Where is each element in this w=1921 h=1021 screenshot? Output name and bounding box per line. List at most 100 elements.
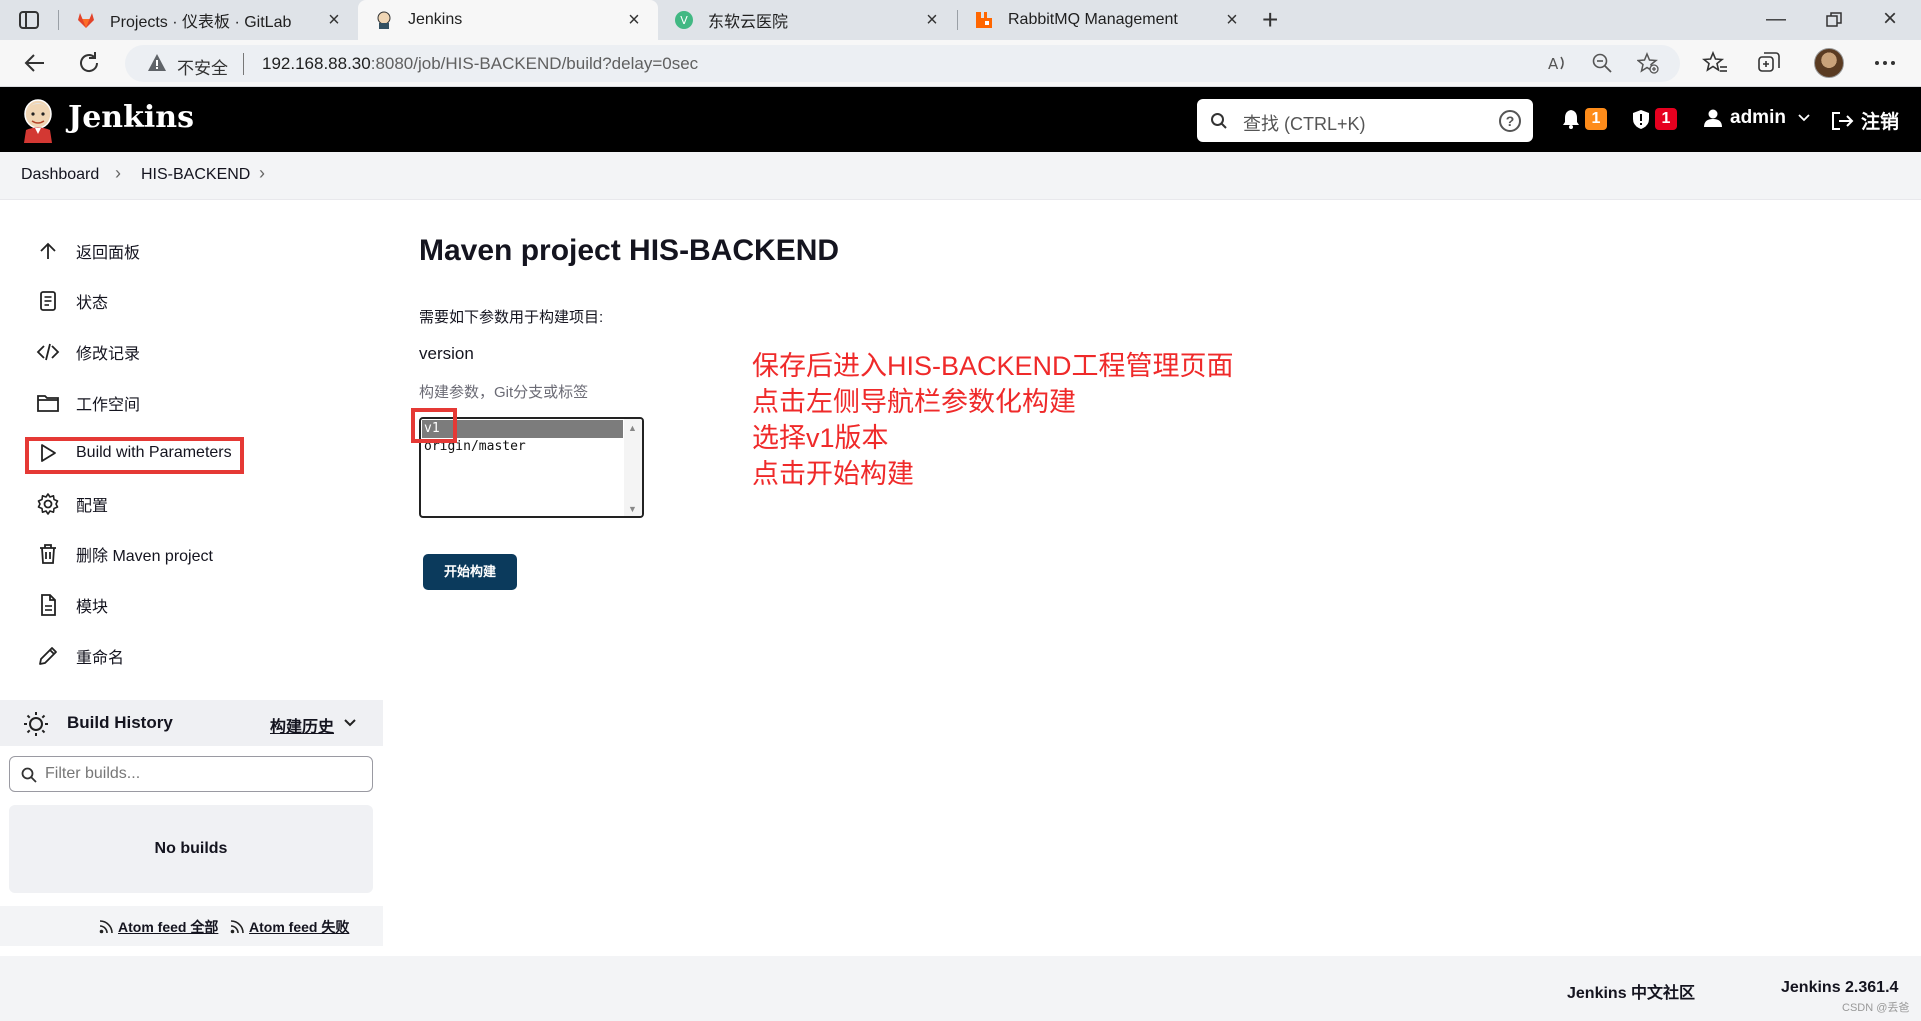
tab-actions-icon[interactable] [18,9,40,31]
window-close-icon[interactable]: × [1883,5,1897,33]
rabbitmq-icon [976,12,992,28]
highlight-box-sidebar [25,437,244,474]
user-icon [1704,109,1722,127]
atom-feed-all-link[interactable]: Atom feed 全部 [99,917,218,937]
build-history-title: Build History [67,713,173,732]
search-placeholder: 查找 (CTRL+K) [1243,114,1366,134]
zoom-out-icon[interactable] [1591,52,1613,74]
chevron-right-icon[interactable]: › [115,163,121,184]
breadcrumb: Dashboard › HIS-BACKEND › [0,152,1921,200]
sidebar-item-delete-project[interactable]: 删除 Maven project [36,538,213,570]
sidebar-item-workspace[interactable]: 工作空间 [36,387,140,419]
breadcrumb-his-backend[interactable]: HIS-BACKEND [141,166,250,184]
sidebar-item-label: 修改记录 [76,346,141,363]
read-aloud-icon[interactable]: A [1546,52,1568,74]
annotation-line: 选择v1版本 [752,423,889,453]
security-label[interactable]: 不安全 [177,54,228,79]
feed-label: Atom feed 失败 [249,919,350,935]
sidebar-item-back-to-dashboard[interactable]: 返回面板 [36,235,140,267]
code-icon [36,343,60,361]
chevron-down-icon[interactable] [343,718,357,728]
add-favorite-icon[interactable] [1637,52,1659,74]
scroll-down-icon[interactable]: ▼ [628,504,637,514]
security-button[interactable]: 1 [1632,108,1677,130]
annotation-line: 保存后进入HIS-BACKEND工程管理页面 [752,351,1234,381]
trash-icon [40,544,56,564]
sidebar-item-label: 配置 [76,498,109,515]
chevron-down-icon [1798,114,1810,122]
page-footer: Jenkins 中文社区 Jenkins 2.361.4 CSDN @丢爸 [0,956,1921,1021]
tab-rabbitmq[interactable]: RabbitMQ Management × [958,0,1256,40]
highlight-box-option [411,408,457,443]
url-divider [243,53,244,75]
atom-feed-failed-link[interactable]: Atom feed 失败 [230,917,349,937]
more-options-icon[interactable] [1872,50,1898,76]
filter-builds-input[interactable]: Filter builds... [9,756,373,792]
sidebar-item-configure[interactable]: 配置 [36,488,108,520]
warning-icon[interactable] [147,53,167,73]
svg-text:A: A [1548,55,1559,73]
reload-icon[interactable] [76,50,102,76]
minimize-icon[interactable]: — [1766,8,1786,31]
back-icon[interactable] [22,50,48,76]
jenkins-logo-icon[interactable] [18,97,58,143]
rss-icon [99,920,113,934]
bell-icon [1563,110,1579,129]
url-field[interactable]: 不安全 192.168.88.30:8080/job/HIS-BACKEND/b… [125,45,1680,82]
logout-button[interactable]: 注销 [1831,107,1899,134]
annotation-line: 点击左侧导航栏参数化构建 [752,387,1076,417]
build-trend-link[interactable]: 构建历史 [270,713,334,737]
sidebar-item-changes[interactable]: 修改记录 [36,336,140,368]
no-builds-message: No builds [9,805,373,893]
sidebar-item-rename[interactable]: 重命名 [36,640,124,672]
listbox-scrollbar[interactable]: ▲ ▼ [624,419,642,516]
svg-text:V: V [680,14,688,27]
gear-icon [37,493,59,515]
atom-feeds: Atom feed 全部 Atom feed 失败 [0,906,383,946]
page-title: Maven project HIS-BACKEND [419,234,840,267]
feed-label: Atom feed 全部 [118,919,219,935]
parameter-description: 构建参数，Git分支或标签 [419,384,589,401]
restore-icon[interactable] [1826,12,1842,28]
security-badge: 1 [1655,108,1677,130]
tab-hospital[interactable]: V 东软云医院 × [658,0,956,40]
jenkins-header: Jenkins 查找 (CTRL+K) ? 1 1 admin 注销 [0,87,1921,152]
user-menu[interactable]: admin [1703,107,1810,129]
favorites-icon[interactable] [1702,50,1728,76]
close-icon[interactable]: × [624,9,644,32]
shield-icon [1633,109,1649,129]
notifications-button[interactable]: 1 [1562,108,1607,130]
collections-icon[interactable] [1756,50,1782,76]
url-text[interactable]: 192.168.88.30:8080/job/HIS-BACKEND/build… [262,54,698,74]
chevron-right-icon[interactable]: › [259,163,265,184]
search-icon [1211,113,1227,129]
tab-gitlab[interactable]: Projects · 仪表板 · GitLab × [60,0,358,40]
start-build-button[interactable]: 开始构建 [423,554,517,590]
jenkins-brand[interactable]: Jenkins [68,100,194,135]
help-icon[interactable]: ? [1499,110,1521,132]
document-icon [40,291,56,311]
watermark: CSDN @丢爸 [1842,1002,1910,1014]
sidebar-item-label: 重命名 [76,650,125,667]
parameter-name: version [419,344,474,363]
profile-avatar[interactable] [1814,48,1844,78]
close-icon[interactable]: × [1222,9,1242,32]
scroll-up-icon[interactable]: ▲ [628,423,637,433]
version-link[interactable]: Jenkins 2.361.4 [1781,979,1898,997]
sidebar-item-status[interactable]: 状态 [36,285,108,317]
annotation-line: 点击开始构建 [752,459,914,489]
breadcrumb-dashboard[interactable]: Dashboard [21,166,99,184]
jenkins-icon [377,11,391,29]
tab-jenkins[interactable]: Jenkins × [358,0,658,40]
build-history-header: Build History 构建历史 [0,700,383,746]
close-icon[interactable]: × [922,9,942,32]
community-link[interactable]: Jenkins 中文社区 [1567,979,1695,1003]
folder-icon [37,395,59,412]
arrow-up-icon [40,242,56,259]
file-icon [41,594,56,616]
close-icon[interactable]: × [324,9,344,32]
sidebar-item-modules[interactable]: 模块 [36,589,108,621]
new-tab-icon[interactable]: + [1262,6,1278,34]
parameters-intro: 需要如下参数用于构建项目: [419,309,604,326]
search-box[interactable]: 查找 (CTRL+K) ? [1197,99,1533,142]
